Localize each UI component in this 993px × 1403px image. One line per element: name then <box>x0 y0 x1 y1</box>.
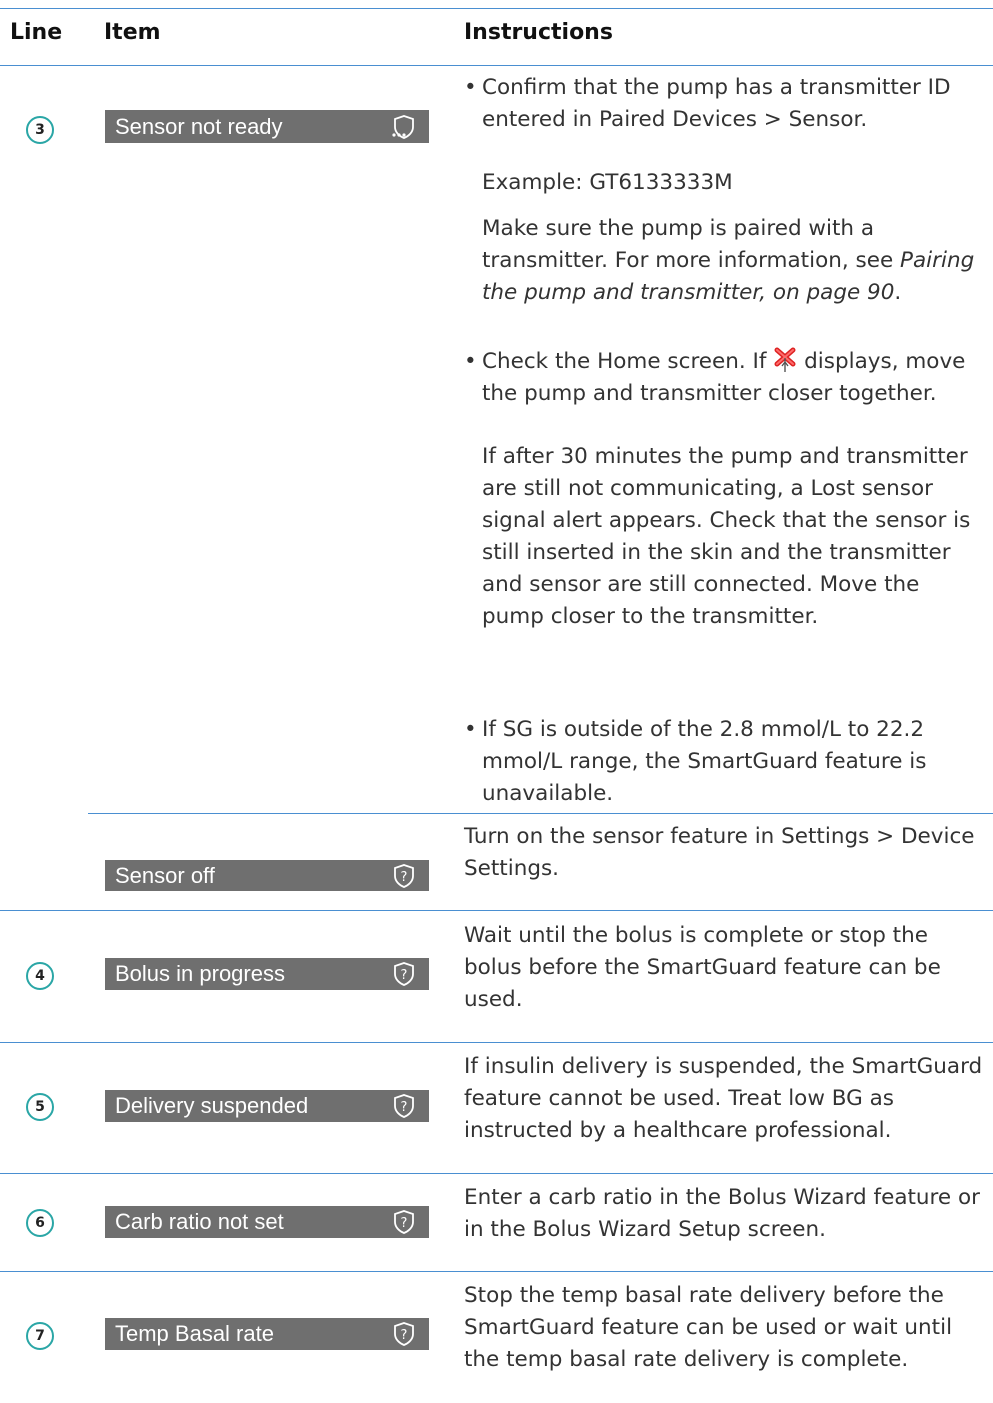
status-bar-carb-ratio-not-set: Carb ratio not set ? <box>105 1206 429 1238</box>
instruction-text: Check the Home screen. If displays, move… <box>482 346 982 410</box>
svg-text:?: ? <box>401 1328 408 1343</box>
question-shield-icon: ? <box>394 1210 414 1234</box>
instruction-text: Stop the temp basal rate delivery before… <box>464 1283 953 1372</box>
status-bar-sensor-not-ready: Sensor not ready <box>105 110 429 143</box>
row-3-split-rule <box>88 813 993 814</box>
svg-text:?: ? <box>401 1100 408 1115</box>
bullet: • <box>464 75 477 100</box>
status-bar-label: Bolus in progress <box>115 961 285 986</box>
instruction-text: Make sure the pump is paired with a tran… <box>482 213 982 309</box>
bullet: • <box>464 717 477 742</box>
header-item: Item <box>104 20 161 45</box>
line-number-badge: 4 <box>26 962 54 990</box>
svg-text:?: ? <box>401 1216 408 1231</box>
status-bar-label: Delivery suspended <box>115 1093 309 1118</box>
svg-text:?: ? <box>401 968 408 983</box>
instruction-text-part: . <box>894 280 902 305</box>
instruction-text: If SG is outside of the 2.8 mmol/L to 22… <box>482 717 927 806</box>
instruction-text: Enter a carb ratio in the Bolus Wizard f… <box>464 1185 980 1242</box>
status-bar-bolus-in-progress: Bolus in progress ? <box>105 958 429 990</box>
line-number-badge: 3 <box>26 116 54 144</box>
instruction-text: If insulin delivery is suspended, the Sm… <box>464 1054 983 1143</box>
question-shield-icon: ? <box>394 1094 414 1118</box>
bullet: • <box>464 349 477 374</box>
instruction-text-part: Make sure the pump is paired with a tran… <box>482 216 901 273</box>
line-number-badge: 6 <box>26 1209 54 1237</box>
line-number-badge: 5 <box>26 1093 54 1121</box>
status-bar-label: Sensor off <box>115 862 215 888</box>
status-bar-sensor-off: Sensor off ? <box>105 860 429 891</box>
row-rule <box>0 1042 993 1043</box>
lost-signal-icon <box>774 347 796 372</box>
svg-text:?: ? <box>401 870 408 885</box>
header-line: Line <box>10 20 63 45</box>
status-bar-delivery-suspended: Delivery suspended ? <box>105 1090 429 1122</box>
instruction-text: If after 30 minutes the pump and transmi… <box>482 444 971 629</box>
sensor-not-ready-shield-icon <box>392 114 414 139</box>
status-bar-label: Carb ratio not set <box>115 1209 284 1234</box>
row-rule <box>0 1173 993 1174</box>
table-top-rule <box>0 8 993 9</box>
instruction-text-part: Check the Home screen. If <box>482 349 774 374</box>
header-rule <box>0 65 993 66</box>
question-shield-icon: ? <box>394 962 414 986</box>
instruction-text: Turn on the sensor feature in Settings >… <box>464 824 975 881</box>
status-bar-label: Sensor not ready <box>115 113 283 139</box>
row-rule <box>0 910 993 911</box>
header-instructions: Instructions <box>464 20 613 45</box>
instruction-text: Example: GT6133333M <box>482 170 733 195</box>
status-bar-temp-basal-rate: Temp Basal rate ? <box>105 1318 429 1350</box>
status-bar-label: Temp Basal rate <box>115 1321 274 1346</box>
question-shield-icon: ? <box>394 863 414 888</box>
instruction-text: Wait until the bolus is complete or stop… <box>464 923 941 1012</box>
instruction-text: Confirm that the pump has a transmitter … <box>482 75 951 132</box>
line-number-badge: 7 <box>26 1322 54 1350</box>
question-shield-icon: ? <box>394 1322 414 1346</box>
row-rule <box>0 1271 993 1272</box>
